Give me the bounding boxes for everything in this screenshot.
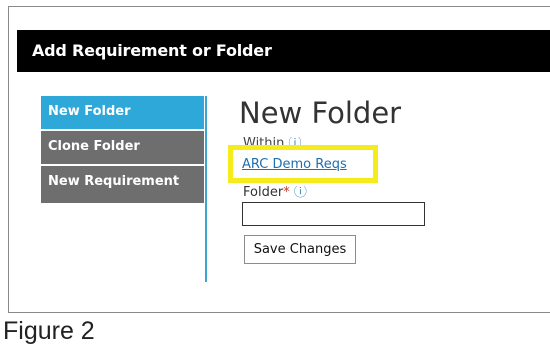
dialog-titlebar: Add Requirement or Folder — [17, 30, 550, 72]
folder-label-text: Folder — [243, 186, 284, 198]
dialog-title: Add Requirement or Folder — [32, 41, 272, 60]
within-label-text: Within — [243, 137, 285, 145]
sidebar-nav: New Folder Clone Folder New Requirement — [41, 96, 204, 205]
info-icon[interactable]: ⓘ — [294, 186, 307, 198]
figure-caption: Figure 2 — [3, 317, 95, 345]
sidebar-item-label: New Folder — [48, 104, 131, 119]
sidebar-item-label: Clone Folder — [48, 139, 140, 154]
required-mark: * — [283, 186, 290, 198]
sidebar-item-clone-folder[interactable]: Clone Folder — [41, 131, 204, 164]
folder-label: Folder* ⓘ — [243, 186, 307, 198]
folder-name-input[interactable] — [242, 202, 425, 226]
highlight-box — [228, 145, 378, 183]
sidebar-item-label: New Requirement — [48, 174, 180, 189]
sidebar-item-new-requirement[interactable]: New Requirement — [41, 166, 204, 203]
save-button[interactable]: Save Changes — [244, 235, 356, 264]
sidebar-item-new-folder[interactable]: New Folder — [41, 96, 204, 129]
info-icon[interactable]: ⓘ — [289, 137, 302, 145]
sidebar-divider — [205, 96, 207, 282]
within-label: Within ⓘ — [243, 137, 302, 145]
page-title: New Folder — [239, 96, 402, 130]
